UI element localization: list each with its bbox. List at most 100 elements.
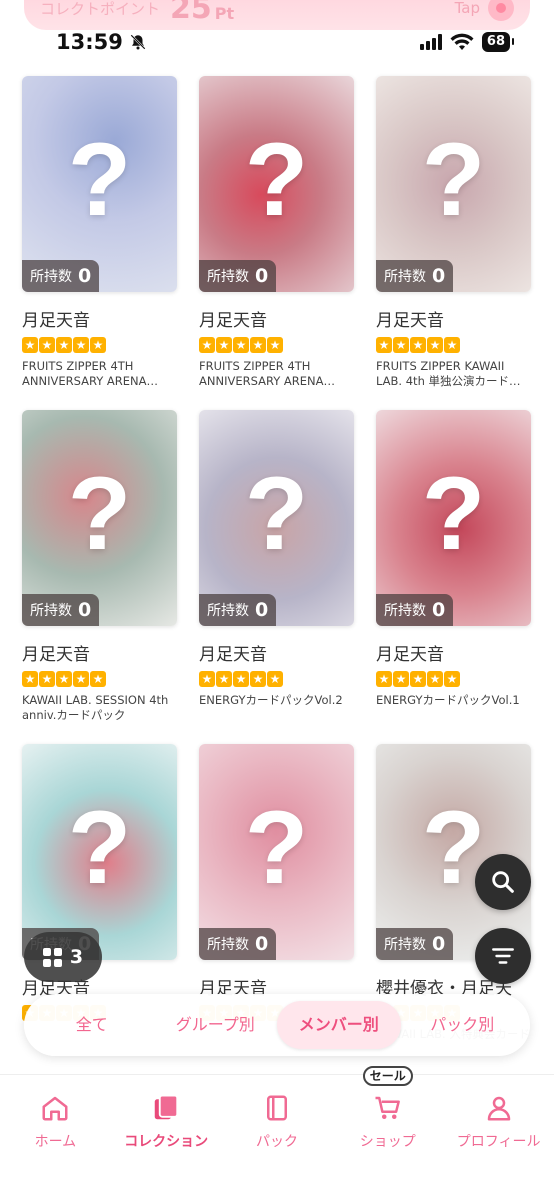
star-icon: ★ [22,337,38,353]
grid-columns-count: 3 [69,946,84,968]
collection-card[interactable]: ? 所持数 0 月足天音 ★ ★ ★ ★ ★ ENERGYカードパックVol.1 [376,410,531,744]
segment-tab[interactable]: パック別 [401,1001,525,1049]
collection-icon [151,1093,181,1127]
unknown-card-icon: ? [244,790,309,906]
card-image[interactable]: ? 所持数 0 [22,744,177,960]
segment-tab[interactable]: 全て [30,1001,154,1049]
nav-label: コレクション [124,1134,209,1150]
star-icon: ★ [393,337,409,353]
nav-item-collection[interactable]: コレクション [111,1075,222,1200]
pack-name: FRUITS ZIPPER 4TH ANNIVERSARY ARENA… [22,359,158,388]
star-icon: ★ [56,337,72,353]
star-icon: ★ [267,671,283,687]
member-name: 月足天音 [22,645,90,665]
owned-label: 所持数 [384,603,426,619]
wifi-icon [450,33,474,50]
filter-button[interactable] [475,928,531,984]
card-image[interactable]: ? 所持数 0 [199,76,354,292]
star-icon: ★ [444,671,460,687]
star-icon: ★ [393,671,409,687]
star-icon: ★ [444,337,460,353]
owned-count: 0 [432,599,446,621]
owned-label: 所持数 [384,269,426,285]
sale-badge: セール [362,1066,413,1086]
star-icon: ★ [73,337,89,353]
segment-tab[interactable]: メンバー別 [277,1001,401,1049]
status-bar: 13:59 68 [0,26,554,58]
unknown-card-icon: ? [244,122,309,238]
category-segment-control: 全て グループ別 メンバー別 パック別 [24,994,530,1056]
owned-count: 0 [432,265,446,287]
member-name: 月足天音 [376,311,444,331]
collection-card[interactable]: ? 所持数 0 月足天音 ★ ★ ★ ★ ★ FRUITS ZIPPER 4TH ANN… [22,76,177,410]
owned-count-badge: 所持数 0 [376,928,454,960]
nav-label: パック [255,1134,298,1150]
card-image[interactable]: ? 所持数 0 [22,410,177,626]
card-image[interactable]: ? 所持数 0 [376,410,531,626]
owned-count: 0 [432,933,446,955]
nav-item-pack[interactable]: パック [222,1075,333,1200]
star-icon: ★ [216,671,232,687]
nav-label: ホーム [34,1134,77,1150]
star-icon: ★ [199,671,215,687]
card-image[interactable]: ? 所持数 0 [199,744,354,960]
pack-icon [262,1093,292,1127]
pack-name: ENERGYカードパックVol.1 [376,693,520,707]
segment-tab[interactable]: グループ別 [154,1001,278,1049]
unknown-card-icon: ? [244,456,309,572]
rarity-stars: ★★★★★ [199,671,354,687]
star-icon: ★ [39,671,55,687]
collection-card[interactable]: ? 所持数 0 月足天音 ★ ★ ★ ★ ★ FRUITS ZIPPER KAWAII … [376,76,531,410]
search-button[interactable] [475,854,531,910]
points-unit: Pt [214,3,235,23]
unknown-card-icon: ? [67,122,132,238]
nav-item-profile[interactable]: プロフィール [443,1075,554,1200]
star-icon: ★ [56,671,72,687]
points-value: 25 [170,0,212,26]
pack-name: KAWAII LAB. SESSION 4th anniv.カードパック [22,693,169,722]
nav-label: ショップ [359,1134,416,1150]
owned-count: 0 [78,265,92,287]
card-image[interactable]: ? 所持数 0 [22,76,177,292]
star-icon: ★ [410,337,426,353]
grid-columns-toggle[interactable]: 3 [24,932,102,982]
rarity-stars: ★★★★★ [199,337,354,353]
owned-count-badge: 所持数 0 [199,594,277,626]
status-time: 13:59 [56,30,123,54]
nav-label: プロフィール [456,1134,541,1150]
pack-name: FRUITS ZIPPER 4TH ANNIVERSARY ARENA… [199,359,335,388]
unknown-card-icon: ? [67,790,132,906]
card-image[interactable]: ? 所持数 0 [376,76,531,292]
star-icon: ★ [427,337,443,353]
collection-card[interactable]: ? 所持数 0 月足天音 ★ ★ ★ ★ ★ KAWAII LAB. SESSION 4… [22,410,177,744]
star-icon: ★ [73,671,89,687]
rarity-stars: ★★★★★ [376,671,531,687]
owned-count-badge: 所持数 0 [199,260,277,292]
nav-item-home[interactable]: ホーム [0,1075,111,1200]
star-icon: ★ [376,337,392,353]
rarity-stars: ★★★★★ [22,671,177,687]
owned-label: 所持数 [207,603,249,619]
collection-card[interactable]: ? 所持数 0 月足天音 ★ ★ ★ ★ ★ FRUITS ZIPPER 4TH ANN… [199,76,354,410]
member-name: 月足天音 [376,645,444,665]
card-image[interactable]: ? 所持数 0 [199,410,354,626]
star-icon: ★ [233,337,249,353]
tap-label: Tap [454,0,480,17]
rarity-stars: ★★★★★ [376,337,531,353]
points-label: コレクトポイント [40,0,161,18]
collection-card[interactable]: ? 所持数 0 月足天音 ★ ★ ★ ★ ★ ENERGYカードパックVol.2 [199,410,354,744]
owned-label: 所持数 [207,937,249,953]
owned-label: 所持数 [207,269,249,285]
bottom-nav: ホーム コレクション パック セール ショップ プロフィール [0,1066,554,1200]
nav-item-cart[interactable]: セール ショップ [332,1066,443,1200]
owned-label: 所持数 [384,937,426,953]
pack-name: ENERGYカードパックVol.2 [199,693,343,707]
star-icon: ★ [90,337,106,353]
bell-slash-icon [130,34,146,50]
member-name: 月足天音 [199,311,267,331]
star-icon: ★ [250,337,266,353]
member-name: 月足天音 [22,311,90,331]
member-name: 月足天音 [199,645,267,665]
star-icon: ★ [39,337,55,353]
filter-icon [492,948,514,964]
